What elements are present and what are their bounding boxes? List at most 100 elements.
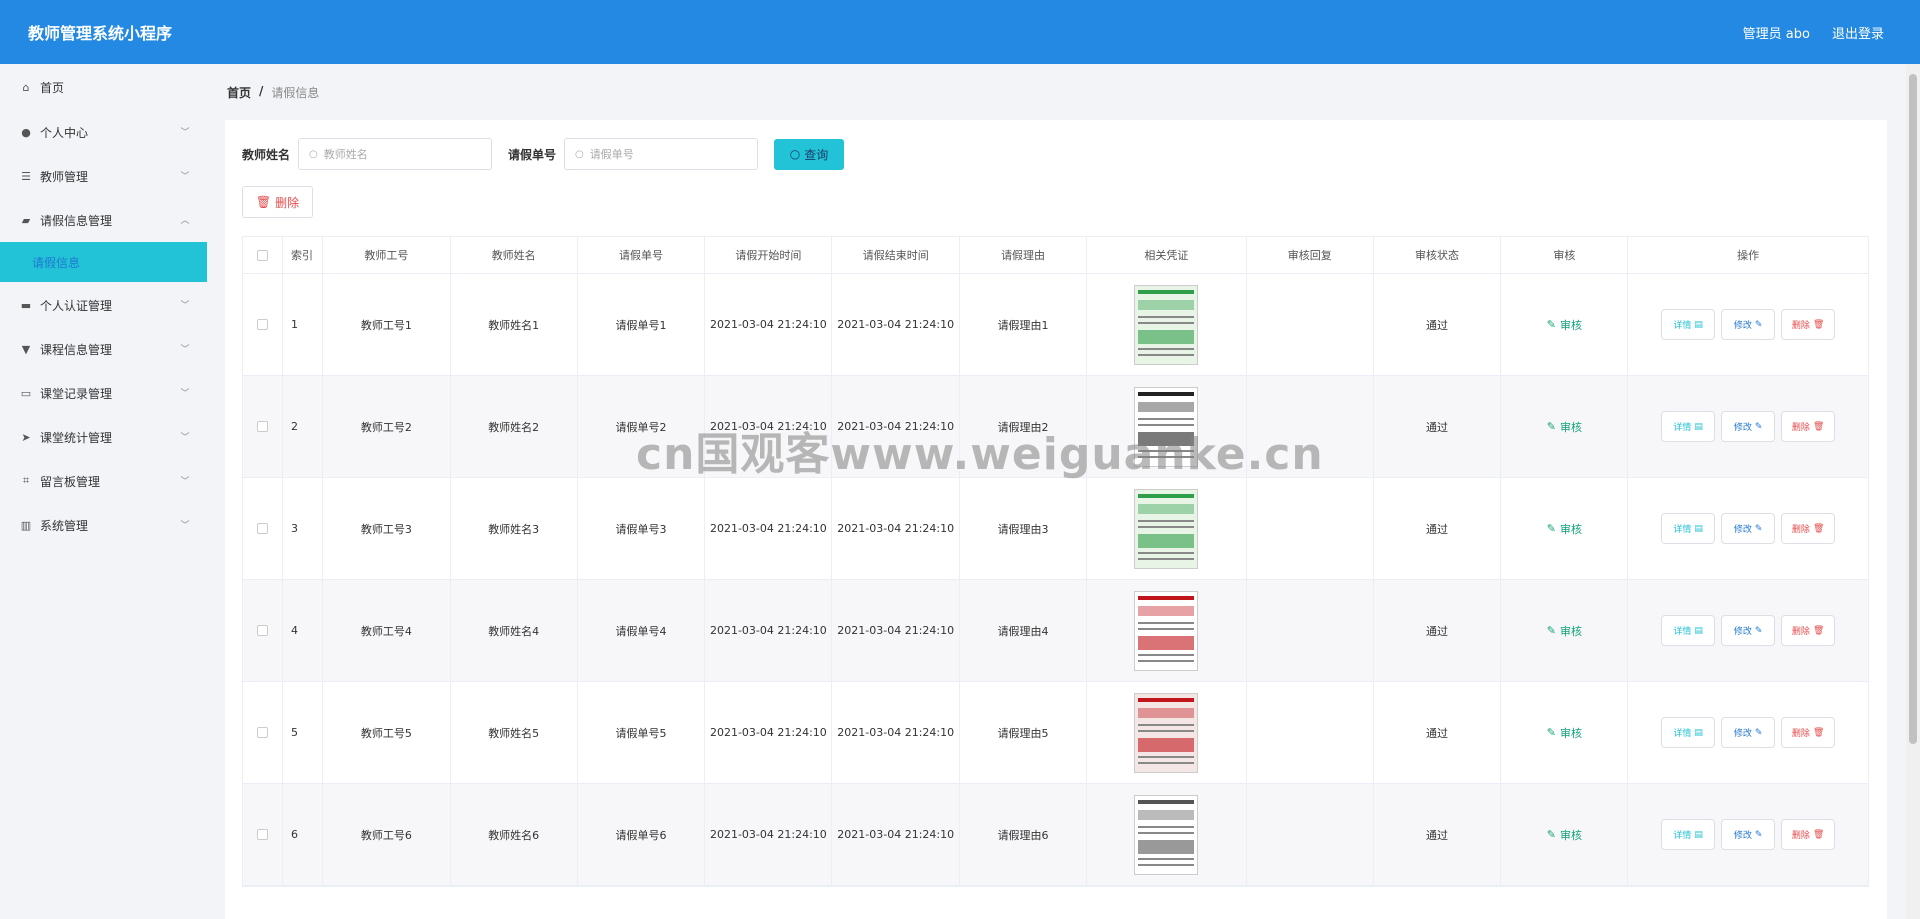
- detail-button[interactable]: 详情 ▤: [1661, 819, 1716, 850]
- table-cell: 请假理由3: [960, 478, 1087, 579]
- teacher-name-input[interactable]: ○ 教师姓名: [298, 138, 493, 170]
- detail-button[interactable]: 详情 ▤: [1661, 717, 1716, 748]
- checkbox[interactable]: [256, 727, 268, 738]
- checkbox[interactable]: [256, 829, 268, 840]
- admin-user-link[interactable]: 管理员 abo: [1743, 23, 1810, 42]
- teacher-name: 教师姓名4: [488, 624, 540, 638]
- delete-button[interactable]: 删除 🗑: [1781, 819, 1836, 850]
- batch-delete-button[interactable]: 🗑 删除: [242, 186, 313, 218]
- detail-button[interactable]: 详情 ▤: [1661, 615, 1716, 646]
- leave-no: 请假单号5: [615, 726, 667, 740]
- table-cell: [243, 784, 283, 885]
- audit-link[interactable]: ✎ 审核: [1547, 623, 1582, 639]
- delete-button[interactable]: 删除 🗑: [1781, 513, 1836, 544]
- checkbox[interactable]: [256, 319, 268, 330]
- checkbox[interactable]: [256, 421, 268, 432]
- audit-link-label: 审核: [1560, 318, 1582, 332]
- sidebar-subitem-leave-info[interactable]: 请假信息: [0, 242, 207, 282]
- table-row: 1 教师工号1 教师姓名1 请假单号1 2021-03-04 21:24:10 2021-…: [243, 274, 1868, 376]
- leave-reason: 请假理由3: [997, 522, 1049, 536]
- search-icon: ○: [789, 147, 801, 161]
- header-cell: 请假结束时间: [832, 237, 961, 273]
- vertical-scrollbar[interactable]: [1906, 64, 1920, 919]
- sidebar-item-teacher-management[interactable]: ☰ 教师管理 ﹀: [0, 154, 207, 198]
- scrollbar-thumb[interactable]: [1909, 74, 1917, 744]
- table-cell: 详情 ▤ 修改 ✎ 删除 🗑: [1628, 580, 1868, 681]
- edit-icon: ✎: [1546, 420, 1556, 433]
- trash-icon: 🗑: [1812, 829, 1825, 840]
- sidebar-item-system-management[interactable]: ▥ 系统管理 ﹀: [0, 503, 207, 547]
- delete-button[interactable]: 删除 🗑: [1781, 717, 1836, 748]
- audit-link[interactable]: ✎ 审核: [1547, 419, 1582, 435]
- detail-button[interactable]: 详情 ▤: [1661, 513, 1716, 544]
- sidebar-item-message-board[interactable]: ⌗ 留言板管理 ﹀: [0, 459, 207, 503]
- table-cell: 教师姓名1: [451, 274, 578, 375]
- delete-button-label: 删除: [1791, 423, 1810, 433]
- edit-button[interactable]: 修改 ✎: [1721, 717, 1776, 748]
- chevron-down-icon: ﹀: [180, 388, 190, 399]
- sidebar-item-personal-center[interactable]: ● 个人中心 ﹀: [0, 110, 207, 154]
- leave-reason: 请假理由6: [997, 828, 1049, 842]
- leave-no-input[interactable]: ○ 请假单号: [564, 138, 759, 170]
- sidebar-item-leave-management[interactable]: ▰ 请假信息管理 ︿: [0, 198, 207, 242]
- table-cell: [243, 580, 283, 681]
- detail-button[interactable]: 详情 ▤: [1661, 411, 1716, 442]
- leave-reason: 请假理由2: [997, 420, 1049, 434]
- query-button[interactable]: ○ 查询: [774, 138, 845, 170]
- evidence-thumbnail[interactable]: [1134, 284, 1199, 365]
- table-cell: [1247, 478, 1374, 579]
- audit-link[interactable]: ✎ 审核: [1547, 521, 1582, 537]
- checkbox[interactable]: [256, 523, 268, 534]
- table-cell: [1087, 784, 1247, 885]
- delete-button[interactable]: 删除 🗑: [1781, 411, 1836, 442]
- sidebar-item-certification[interactable]: ▬ 个人认证管理 ﹀: [0, 283, 207, 327]
- sidebar-item-course-management[interactable]: ▼ 课程信息管理 ﹀: [0, 327, 207, 371]
- header-select-all[interactable]: [243, 237, 283, 273]
- edit-button[interactable]: 修改 ✎: [1721, 819, 1776, 850]
- evidence-thumbnail[interactable]: [1134, 794, 1199, 875]
- edit-icon: ✎: [1754, 319, 1763, 330]
- audit-link[interactable]: ✎ 审核: [1547, 827, 1582, 843]
- header-cell: 请假单号: [578, 237, 706, 273]
- sidebar-item-label: 系统管理: [40, 518, 89, 533]
- delete-button-label: 删除: [1791, 831, 1810, 841]
- sidebar-item-label: 课堂记录管理: [40, 386, 113, 401]
- table-cell: 详情 ▤ 修改 ✎ 删除 🗑: [1628, 376, 1868, 477]
- edit-button[interactable]: 修改 ✎: [1721, 411, 1776, 442]
- breadcrumb-home[interactable]: 首页: [227, 84, 251, 101]
- table-cell: 教师姓名4: [451, 580, 578, 681]
- sidebar-item-home[interactable]: ⌂ 首页: [0, 64, 207, 110]
- table-cell: 请假理由1: [960, 274, 1087, 375]
- table-cell: [243, 682, 283, 783]
- evidence-thumbnail[interactable]: [1134, 488, 1199, 569]
- edit-button[interactable]: 修改 ✎: [1721, 615, 1776, 646]
- checkbox[interactable]: [256, 249, 268, 261]
- edit-icon: ✎: [1754, 727, 1763, 738]
- audit-link[interactable]: ✎ 审核: [1547, 725, 1582, 741]
- header-cell: 审核回复: [1247, 237, 1374, 273]
- edit-button[interactable]: 修改 ✎: [1721, 309, 1776, 340]
- audit-link-label: 审核: [1560, 522, 1582, 536]
- edit-icon: ✎: [1754, 625, 1763, 636]
- chevron-down-icon: ﹀: [180, 300, 190, 311]
- evidence-thumbnail[interactable]: [1134, 590, 1199, 671]
- book-icon: ▼: [21, 342, 31, 356]
- delete-button[interactable]: 删除 🗑: [1781, 309, 1836, 340]
- audit-link[interactable]: ✎ 审核: [1547, 317, 1582, 333]
- audit-link-label: 审核: [1560, 726, 1582, 740]
- detail-button[interactable]: 详情 ▤: [1661, 309, 1716, 340]
- logout-link[interactable]: 退出登录: [1832, 23, 1884, 42]
- table-cell: 6: [283, 784, 323, 885]
- edit-icon: ✎: [1546, 624, 1556, 637]
- chevron-down-icon: ﹀: [180, 344, 190, 355]
- sidebar-item-label: 个人认证管理: [40, 298, 113, 313]
- table-cell: [1247, 580, 1374, 681]
- edit-button[interactable]: 修改 ✎: [1721, 513, 1776, 544]
- delete-button[interactable]: 删除 🗑: [1781, 615, 1836, 646]
- checkbox[interactable]: [256, 625, 268, 636]
- evidence-thumbnail[interactable]: [1134, 692, 1199, 773]
- evidence-thumbnail[interactable]: [1134, 386, 1199, 467]
- sidebar-item-class-record[interactable]: ▭ 课堂记录管理 ﹀: [0, 371, 207, 415]
- sidebar-item-class-stats[interactable]: ➤ 课堂统计管理 ﹀: [0, 415, 207, 459]
- audit-link-label: 审核: [1560, 420, 1582, 434]
